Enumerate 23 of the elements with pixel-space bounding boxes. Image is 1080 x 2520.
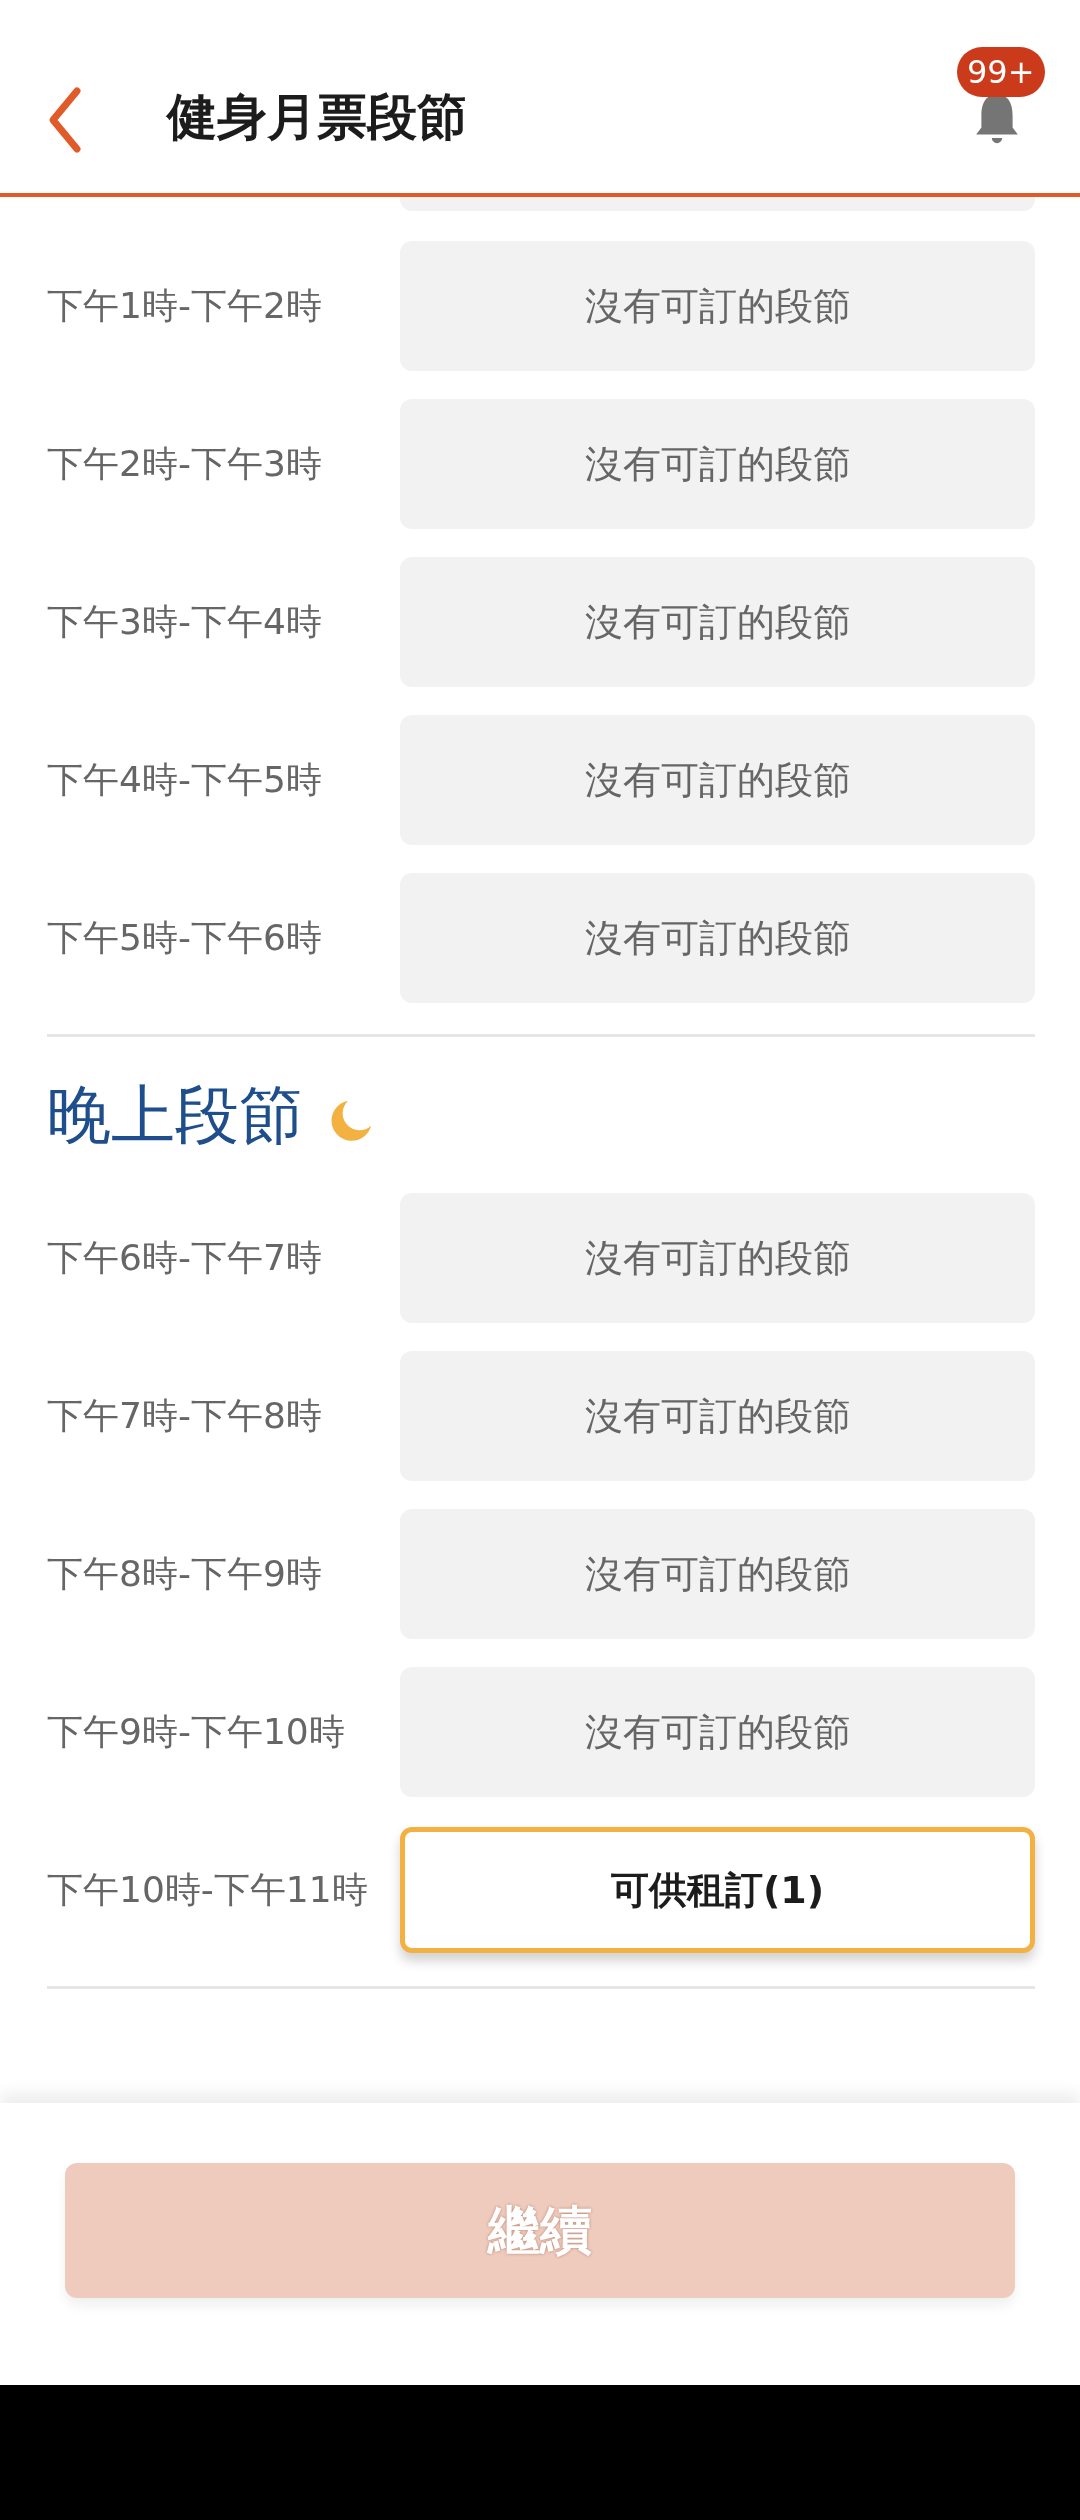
page-title: 健身月票段節	[167, 87, 468, 148]
time-label: 下午8時-下午9時	[47, 1552, 323, 1596]
time-label: 下午2時-下午3時	[47, 442, 323, 486]
time-slot[interactable]: 沒有可訂的段節	[400, 873, 1035, 1003]
time-label: 下午1時-下午2時	[47, 284, 323, 328]
time-slot[interactable]: 可供租訂(1)	[400, 1827, 1035, 1953]
time-slot[interactable]: 沒有可訂的段節	[400, 399, 1035, 529]
time-slot[interactable]: 沒有可訂的段節	[400, 1509, 1035, 1639]
section-heading: 晚上段節	[47, 1076, 303, 1154]
notification-badge: 99+	[957, 47, 1045, 97]
time-slot[interactable]: 沒有可訂的段節	[400, 557, 1035, 687]
time-label: 下午9時-下午10時	[47, 1710, 346, 1754]
time-label: 下午7時-下午8時	[47, 1394, 323, 1438]
time-slot[interactable]: 沒有可訂的段節	[400, 715, 1035, 845]
time-slot[interactable]: 沒有可訂的段節	[400, 241, 1035, 371]
time-label: 下午5時-下午6時	[47, 916, 323, 960]
time-slot[interactable]: 沒有可訂的段節	[400, 1667, 1035, 1797]
time-label: 下午4時-下午5時	[47, 758, 323, 802]
time-slot[interactable]: 沒有可訂的段節	[400, 1193, 1035, 1323]
time-label: 下午10時-下午11時	[47, 1868, 369, 1912]
time-slot[interactable]: 沒有可訂的段節	[400, 1351, 1035, 1481]
time-label: 下午3時-下午4時	[47, 600, 323, 644]
time-label: 下午6時-下午7時	[47, 1236, 323, 1280]
